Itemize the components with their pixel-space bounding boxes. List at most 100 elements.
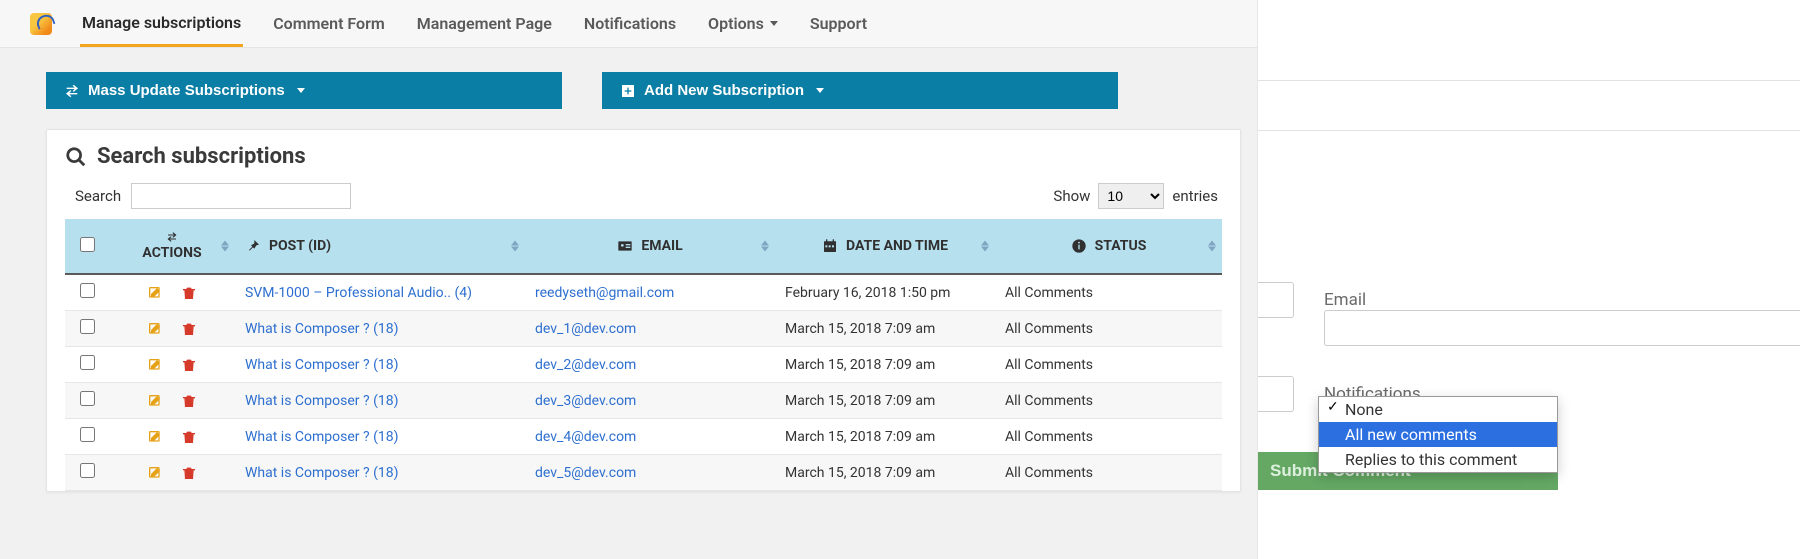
post-link[interactable]: What is Composer ? (18) — [245, 465, 398, 481]
show-label: Show — [1053, 187, 1090, 205]
table-row: What is Composer ? (18) dev_2@dev.com Marc… — [65, 347, 1222, 383]
row-checkbox[interactable] — [80, 427, 95, 442]
mass-update-button[interactable]: Mass Update Subscriptions — [46, 72, 562, 109]
date-text: March 15, 2018 7:09 am — [785, 429, 935, 445]
search-input[interactable] — [131, 183, 351, 209]
trash-icon[interactable] — [181, 428, 197, 444]
name-input-partial[interactable] — [1258, 282, 1294, 318]
entries-select[interactable]: 10 — [1098, 183, 1164, 209]
date-text: March 15, 2018 7:09 am — [785, 357, 935, 373]
edit-icon[interactable] — [147, 284, 163, 300]
header-post[interactable]: POST (ID) — [235, 219, 525, 274]
id-card-icon — [617, 238, 633, 254]
table-row: What is Composer ? (18) dev_4@dev.com Marc… — [65, 419, 1222, 455]
swap-icon — [64, 83, 80, 99]
header-actions[interactable]: ACTIONS — [109, 219, 235, 274]
caret-down-icon — [297, 88, 305, 93]
subscriptions-table: ACTIONS POST (ID) EM — [65, 219, 1222, 491]
header-checkbox — [65, 219, 109, 274]
edit-icon[interactable] — [147, 464, 163, 480]
panel-title: Search subscriptions — [65, 144, 1222, 169]
row-checkbox[interactable] — [80, 355, 95, 370]
comment-form-preview: Email Notifications NoneAll new comments… — [1257, 0, 1800, 559]
post-link[interactable]: SVM-1000 – Professional Audio.. (4) — [245, 285, 472, 301]
date-text: March 15, 2018 7:09 am — [785, 321, 935, 337]
status-text: All Comments — [1005, 429, 1093, 445]
admin-panel: Manage subscriptions Comment Form Manageme… — [0, 0, 1257, 559]
nav-support[interactable]: Support — [808, 1, 869, 47]
email-link[interactable]: reedyseth@gmail.com — [535, 285, 674, 301]
email-link[interactable]: dev_4@dev.com — [535, 429, 636, 445]
nav-options[interactable]: Options — [706, 1, 780, 47]
date-text: March 15, 2018 7:09 am — [785, 465, 935, 481]
add-subscription-label: Add New Subscription — [644, 82, 804, 99]
entries-label: entries — [1172, 187, 1218, 205]
nav-management-page[interactable]: Management Page — [415, 1, 554, 47]
email-input[interactable] — [1324, 310, 1800, 346]
date-text: February 16, 2018 1:50 pm — [785, 285, 950, 301]
status-text: All Comments — [1005, 321, 1093, 337]
search-box: Search — [75, 183, 351, 209]
status-text: All Comments — [1005, 285, 1093, 301]
row-checkbox[interactable] — [80, 391, 95, 406]
notif-option[interactable]: All new comments — [1319, 422, 1557, 447]
add-subscription-button[interactable]: Add New Subscription — [602, 72, 1118, 109]
email-link[interactable]: dev_2@dev.com — [535, 357, 636, 373]
trash-icon[interactable] — [181, 284, 197, 300]
status-text: All Comments — [1005, 465, 1093, 481]
nav-comment-form[interactable]: Comment Form — [271, 1, 387, 47]
info-icon — [1071, 238, 1087, 254]
post-link[interactable]: What is Composer ? (18) — [245, 321, 398, 337]
action-buttons-row: Mass Update Subscriptions Add New Subscr… — [0, 48, 1257, 129]
trash-icon[interactable] — [181, 320, 197, 336]
search-icon — [65, 146, 87, 168]
header-status[interactable]: STATUS — [995, 219, 1222, 274]
post-link[interactable]: What is Composer ? (18) — [245, 393, 398, 409]
notif-option[interactable]: Replies to this comment — [1319, 447, 1557, 472]
trash-icon[interactable] — [181, 464, 197, 480]
email-link[interactable]: dev_1@dev.com — [535, 321, 636, 337]
email-link[interactable]: dev_5@dev.com — [535, 465, 636, 481]
edit-icon[interactable] — [147, 356, 163, 372]
select-all-checkbox[interactable] — [80, 237, 95, 252]
header-email[interactable]: EMAIL — [525, 219, 775, 274]
entries-box: Show 10 entries — [1053, 183, 1218, 209]
edit-icon[interactable] — [147, 428, 163, 444]
table-controls: Search Show 10 entries — [65, 183, 1222, 219]
website-input-partial[interactable] — [1258, 376, 1294, 412]
row-checkbox[interactable] — [80, 319, 95, 334]
post-link[interactable]: What is Composer ? (18) — [245, 357, 398, 373]
trash-icon[interactable] — [181, 392, 197, 408]
row-checkbox[interactable] — [80, 463, 95, 478]
calendar-icon — [822, 238, 838, 254]
row-checkbox[interactable] — [80, 283, 95, 298]
notif-option[interactable]: None — [1319, 397, 1557, 422]
subscriptions-panel: Search subscriptions Search Show 10 entr… — [46, 129, 1241, 492]
notifications-dropdown[interactable]: NoneAll new commentsReplies to this comm… — [1318, 396, 1558, 473]
date-text: March 15, 2018 7:09 am — [785, 393, 935, 409]
nav-notifications[interactable]: Notifications — [582, 1, 678, 47]
plus-square-icon — [620, 83, 636, 99]
post-link[interactable]: What is Composer ? (18) — [245, 429, 398, 445]
table-row: What is Composer ? (18) dev_1@dev.com Marc… — [65, 311, 1222, 347]
trash-icon[interactable] — [181, 356, 197, 372]
status-text: All Comments — [1005, 393, 1093, 409]
email-link[interactable]: dev_3@dev.com — [535, 393, 636, 409]
caret-down-icon — [816, 88, 824, 93]
table-row: What is Composer ? (18) dev_5@dev.com Marc… — [65, 455, 1222, 491]
table-row: What is Composer ? (18) dev_3@dev.com Marc… — [65, 383, 1222, 419]
pin-icon — [245, 238, 261, 254]
header-date[interactable]: DATE AND TIME — [775, 219, 995, 274]
edit-icon[interactable] — [147, 320, 163, 336]
plugin-logo-icon — [30, 13, 52, 35]
search-label: Search — [75, 187, 121, 205]
nav-manage-subscriptions[interactable]: Manage subscriptions — [80, 1, 243, 47]
swap-icon — [165, 231, 179, 243]
status-text: All Comments — [1005, 357, 1093, 373]
mass-update-label: Mass Update Subscriptions — [88, 82, 285, 99]
table-row: SVM-1000 – Professional Audio.. (4) reedy… — [65, 274, 1222, 311]
email-label: Email — [1324, 290, 1366, 310]
caret-down-icon — [770, 21, 778, 26]
top-nav: Manage subscriptions Comment Form Manageme… — [0, 0, 1257, 48]
edit-icon[interactable] — [147, 392, 163, 408]
